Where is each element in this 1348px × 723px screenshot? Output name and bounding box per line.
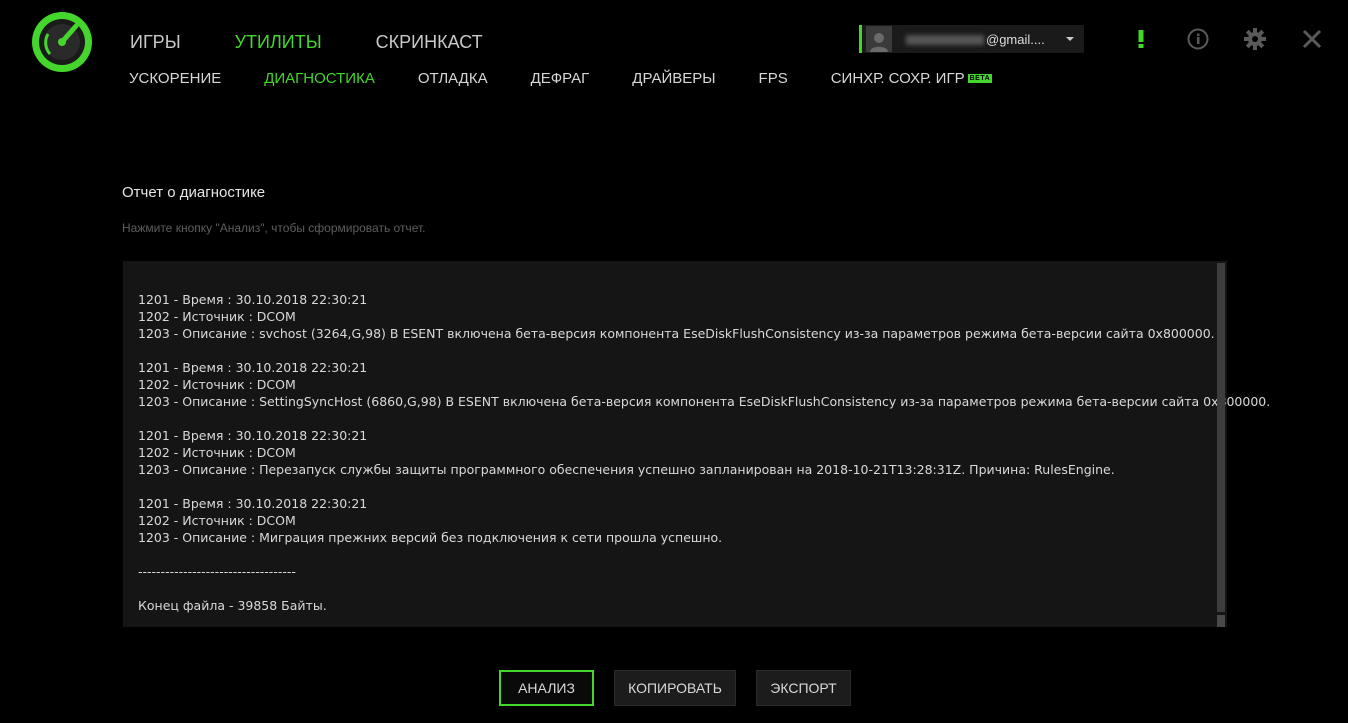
report-line: 1202 - Источник : DCOM (138, 377, 296, 392)
tab-utilities[interactable]: УТИЛИТЫ (235, 32, 322, 53)
tab-save-sync[interactable]: СИНХР. СОХР. ИГР BETA (830, 70, 993, 87)
report-line (138, 478, 1207, 495)
report-line: 1202 - Источник : DCOM (138, 309, 296, 324)
account-dropdown[interactable]: @gmail.... (859, 25, 1084, 53)
report-line (138, 580, 1207, 597)
report-line: 1203 - Описание : Миграция прежних верси… (138, 530, 723, 545)
chevron-down-icon (1066, 37, 1074, 41)
report-line (138, 342, 1207, 359)
redacted-username (906, 35, 984, 46)
report-line: Конец файла - 39858 Байты. (138, 598, 327, 613)
gear-icon[interactable] (1242, 26, 1268, 52)
report-line: 1203 - Описание : SettingSyncHost (6860,… (138, 394, 1271, 409)
close-icon[interactable] (1299, 26, 1325, 52)
analyze-button[interactable]: АНАЛИЗ (499, 670, 594, 706)
page-title: Отчет о диагностике (122, 184, 266, 201)
sub-nav: УСКОРЕНИЕ ДИАГНОСТИКА ОТЛАДКА ДЕФРАГ ДРА… (129, 70, 1035, 87)
hint-text: Нажмите кнопку "Анализ", чтобы сформиров… (122, 221, 426, 235)
scrollbar[interactable] (1217, 261, 1225, 627)
tab-boost[interactable]: УСКОРЕНИЕ (129, 70, 221, 87)
report-line: ----------------------------------- (138, 564, 296, 579)
tab-defrag[interactable]: ДЕФРАГ (531, 70, 590, 87)
tab-diagnostics[interactable]: ДИАГНОСТИКА (264, 70, 375, 87)
report-line: 1201 - Время : 30.10.2018 22:30:21 (138, 496, 368, 511)
app-logo-icon (30, 10, 94, 74)
report-line: 1201 - Время : 30.10.2018 22:30:21 (138, 292, 368, 307)
avatar (866, 26, 892, 52)
tab-games[interactable]: ИГРЫ (130, 32, 181, 53)
scrollbar-arrow[interactable] (1217, 615, 1225, 627)
report-line: 1203 - Описание : Перезапуск службы защи… (138, 462, 1115, 477)
info-icon[interactable] (1185, 26, 1211, 52)
report-line (138, 410, 1207, 427)
tab-drivers[interactable]: ДРАЙВЕРЫ (632, 70, 715, 87)
account-email: @gmail.... (906, 32, 1045, 47)
window-controls (1128, 26, 1348, 52)
scrollbar-thumb[interactable] (1217, 263, 1225, 612)
report-line (138, 546, 1207, 563)
tab-debug[interactable]: ОТЛАДКА (418, 70, 488, 87)
report-line: 1203 - Описание : svchost (3264,G,98) В … (138, 326, 1215, 341)
copy-button[interactable]: КОПИРОВАТЬ (614, 670, 736, 706)
account-email-domain: @gmail.... (986, 31, 1045, 47)
report-line: 1201 - Время : 30.10.2018 22:30:21 (138, 360, 368, 375)
tab-screencast[interactable]: СКРИНКАСТ (376, 32, 483, 53)
tab-fps[interactable]: FPS (759, 70, 788, 87)
main-nav: ИГРЫ УТИЛИТЫ СКРИНКАСТ (130, 32, 537, 53)
report-line: 1202 - Источник : DCOM (138, 445, 296, 460)
alert-icon[interactable] (1128, 26, 1154, 52)
report-line: 1201 - Время : 30.10.2018 22:30:21 (138, 428, 368, 443)
report-line: 1202 - Источник : DCOM (138, 513, 296, 528)
report-panel[interactable]: 1201 - Время : 30.10.2018 22:30:21 1202 -… (123, 261, 1271, 627)
export-button[interactable]: ЭКСПОРТ (756, 670, 851, 706)
action-buttons: АНАЛИЗ КОПИРОВАТЬ ЭКСПОРТ (499, 670, 871, 706)
beta-badge: BETA (967, 74, 993, 83)
tab-save-sync-label: СИНХР. СОХР. ИГР (830, 70, 965, 87)
report-text: 1201 - Время : 30.10.2018 22:30:21 1202 -… (138, 291, 1271, 614)
